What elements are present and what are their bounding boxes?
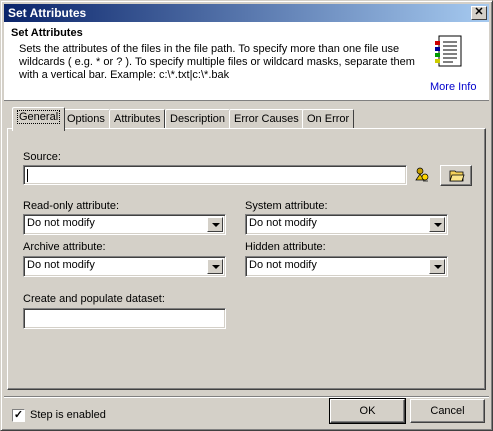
tab-options-label: Options (67, 113, 105, 125)
step-enabled-checkbox[interactable]: ✓ (12, 409, 25, 422)
more-info-link[interactable]: More Info (430, 81, 476, 93)
tab-error-causes[interactable]: Error Causes (229, 109, 304, 129)
hidden-attribute-select[interactable]: Do not modify (245, 256, 448, 277)
dataset-label: Create and populate dataset: (23, 293, 165, 305)
close-button[interactable]: ✕ (471, 6, 487, 20)
tab-on-error-label: On Error (307, 113, 350, 125)
chevron-down-icon[interactable] (429, 259, 445, 274)
step-enabled-label[interactable]: Step is enabled (30, 409, 106, 421)
dataset-input[interactable] (23, 308, 226, 329)
chevron-down-icon[interactable] (207, 217, 223, 232)
window-title: Set Attributes (8, 6, 87, 20)
header-title: Set Attributes (11, 27, 83, 39)
header-description: Sets the attributes of the files in the … (19, 43, 415, 81)
tab-description[interactable]: Description (165, 109, 231, 129)
readonly-attribute-select[interactable]: Do not modify (23, 214, 226, 235)
archive-attribute-value: Do not modify (27, 259, 95, 271)
browse-folder-button[interactable] (440, 165, 472, 186)
tab-options[interactable]: Options (62, 109, 110, 129)
source-label: Source: (23, 151, 61, 163)
archive-attribute-label: Archive attribute: (23, 241, 106, 253)
set-attributes-dialog: Set Attributes ✕ Set Attributes Sets the… (0, 0, 493, 431)
system-attribute-label: System attribute: (245, 200, 328, 212)
tab-error-causes-label: Error Causes (234, 113, 299, 125)
tab-attributes-label: Attributes (114, 113, 161, 125)
folder-icon (449, 170, 465, 182)
archive-attribute-select[interactable]: Do not modify (23, 256, 226, 277)
general-tab-panel: Source: Read-only attribute: Do not modi… (7, 128, 486, 390)
tab-general-label: General (17, 110, 61, 124)
system-attribute-value: Do not modify (249, 217, 317, 229)
hidden-attribute-value: Do not modify (249, 259, 317, 271)
tab-control: General Options Attributes Description E… (4, 103, 489, 394)
cancel-button[interactable]: Cancel (410, 399, 485, 423)
header-panel: Set Attributes Sets the attributes of th… (4, 22, 489, 101)
close-icon: ✕ (474, 6, 484, 18)
readonly-attribute-value: Do not modify (27, 217, 95, 229)
hidden-attribute-label: Hidden attribute: (245, 241, 326, 253)
chevron-down-icon[interactable] (207, 259, 223, 274)
document-icon (435, 35, 462, 67)
system-attribute-select[interactable]: Do not modify (245, 214, 448, 235)
text-caret (27, 169, 28, 182)
tab-general[interactable]: General (12, 107, 66, 131)
title-bar: Set Attributes ✕ (4, 4, 489, 22)
source-input[interactable] (23, 165, 407, 185)
chevron-down-icon[interactable] (429, 217, 445, 232)
ok-button[interactable]: OK (329, 398, 406, 424)
readonly-attribute-label: Read-only attribute: (23, 200, 119, 212)
tab-attributes[interactable]: Attributes (109, 109, 166, 129)
tab-on-error[interactable]: On Error (302, 109, 355, 129)
tab-description-label: Description (170, 113, 226, 125)
footer-separator (4, 396, 489, 398)
variable-browse-icon[interactable] (414, 166, 430, 184)
